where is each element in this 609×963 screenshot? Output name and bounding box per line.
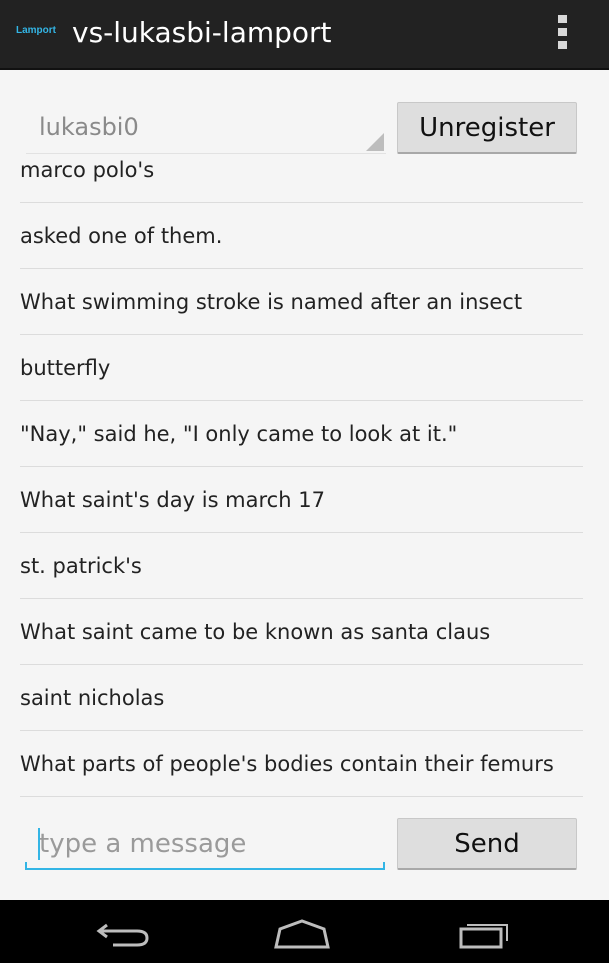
- message-item: "Nay," said he, "I only came to look at …: [20, 401, 583, 467]
- message-item: marco polo's: [20, 160, 583, 203]
- spinner-arrow-icon: [366, 133, 384, 151]
- overflow-menu-icon[interactable]: [558, 15, 570, 49]
- message-input-wrap: [25, 820, 385, 870]
- message-item: What saint came to be known as santa cla…: [20, 599, 583, 665]
- back-icon[interactable]: [88, 914, 158, 954]
- home-icon[interactable]: [267, 914, 337, 954]
- input-underline: [25, 862, 385, 870]
- message-item: What swimming stroke is named after an i…: [20, 269, 583, 335]
- message-list-content: marco polo's asked one of them. What swimm…: [20, 160, 583, 797]
- text-cursor: [38, 828, 40, 860]
- unregister-button[interactable]: Unregister: [397, 102, 577, 154]
- message-item: saint nicholas: [20, 665, 583, 731]
- recent-apps-icon[interactable]: [448, 914, 518, 954]
- send-button[interactable]: Send: [397, 818, 577, 870]
- user-spinner[interactable]: lukasbi0: [26, 102, 386, 154]
- app-title: vs-lukasbi-lamport: [72, 16, 332, 49]
- message-item: asked one of them.: [20, 203, 583, 269]
- spinner-selected-value: lukasbi0: [39, 113, 139, 141]
- message-item: butterfly: [20, 335, 583, 401]
- message-item: What saint's day is march 17: [20, 467, 583, 533]
- navigation-bar: [0, 900, 609, 963]
- message-list[interactable]: marco polo's asked one of them. What swimm…: [0, 160, 609, 797]
- message-item: st. patrick's: [20, 533, 583, 599]
- message-item: What parts of people's bodies contain th…: [20, 731, 583, 797]
- app-icon[interactable]: Lamport: [16, 25, 56, 36]
- message-input[interactable]: [25, 820, 385, 868]
- action-bar: Lamport vs-lukasbi-lamport: [0, 0, 609, 70]
